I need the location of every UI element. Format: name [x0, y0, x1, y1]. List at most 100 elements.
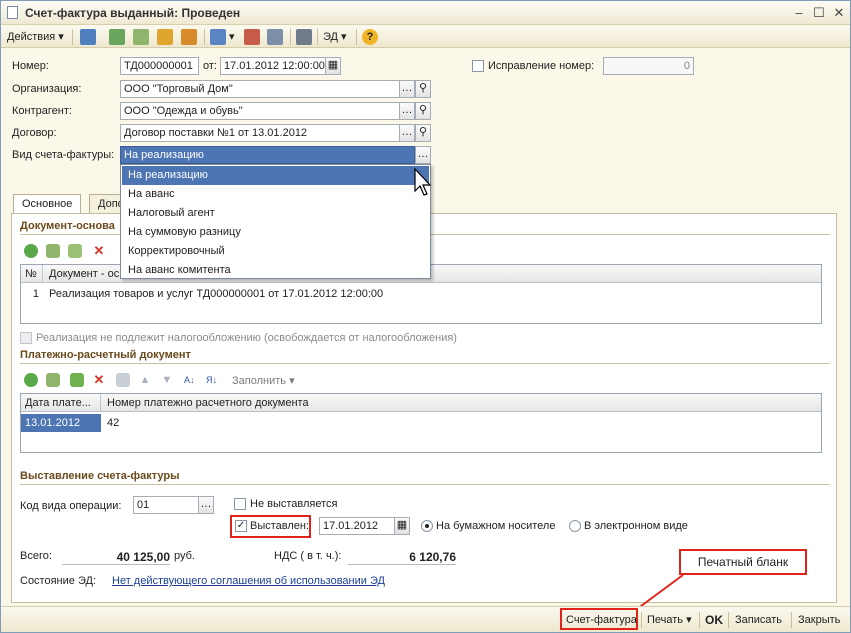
- ed-menu[interactable]: ЭД ▾: [323, 28, 347, 46]
- minimize-icon[interactable]: –: [791, 5, 807, 21]
- ed-state-label: Состояние ЭД:: [20, 575, 96, 587]
- search-icon[interactable]: ⚲: [415, 80, 431, 98]
- save-button[interactable]: Записать: [735, 611, 782, 629]
- op-code-field[interactable]: 01: [133, 496, 199, 514]
- paper-radio[interactable]: [421, 520, 433, 532]
- dropdown-option[interactable]: На аванс: [122, 185, 429, 204]
- org-field[interactable]: ООО "Торговый Дом": [120, 80, 400, 98]
- actions-menu[interactable]: Действия ▾: [7, 28, 64, 46]
- dropdown-option[interactable]: На реализацию: [122, 166, 429, 185]
- invoice-window: Счет-фактура выданный: Проведен – ☐ ✕ Де…: [0, 0, 851, 633]
- copy-icon[interactable]: [133, 29, 149, 45]
- close-button[interactable]: Закрыть: [798, 611, 840, 629]
- correction-number-field[interactable]: 0: [603, 57, 694, 75]
- select-icon[interactable]: …: [399, 124, 415, 142]
- print-form-callout: Печатный бланк: [679, 549, 807, 575]
- toolbar-separator: [72, 29, 73, 45]
- print-menu-button[interactable]: Печать ▾: [647, 611, 692, 629]
- edit-icon[interactable]: [68, 244, 82, 258]
- currency-label: руб.: [174, 550, 195, 562]
- payment-grid: Дата плате... Номер платежно расчетного …: [20, 393, 822, 453]
- date-field[interactable]: 17.01.2012 12:00:00: [220, 57, 326, 75]
- report-icon[interactable]: [267, 29, 283, 45]
- post-and-close-icon[interactable]: [80, 29, 96, 45]
- delete-icon[interactable]: ✕: [92, 373, 106, 387]
- dropdown-option[interactable]: Налоговый агент: [122, 204, 429, 223]
- grid-header: Дата плате... Номер платежно расчетного …: [21, 394, 821, 412]
- electronic-label: В электронном виде: [584, 520, 688, 532]
- contract-field[interactable]: Договор поставки №1 от 13.01.2012: [120, 124, 400, 142]
- toolbar-separator: [728, 612, 729, 628]
- edit-icon[interactable]: [70, 373, 84, 387]
- fill-menu[interactable]: Заполнить ▾: [232, 374, 295, 387]
- select-icon[interactable]: …: [399, 102, 415, 120]
- paper-label: На бумажном носителе: [436, 520, 556, 532]
- toolbar-separator: [290, 29, 291, 45]
- dropdown-option[interactable]: На суммовую разницу: [122, 223, 429, 242]
- table-row-number[interactable]: 42: [103, 414, 403, 432]
- ok-button[interactable]: OK: [705, 611, 723, 629]
- list-icon[interactable]: [296, 29, 312, 45]
- invoice-type-field[interactable]: На реализацию: [120, 146, 415, 164]
- select-icon[interactable]: …: [415, 146, 431, 164]
- electronic-radio[interactable]: [569, 520, 581, 532]
- calendar-icon[interactable]: ▦: [325, 57, 341, 75]
- basis-section-title: Документ-основа: [20, 220, 115, 232]
- from-label: от:: [203, 60, 217, 72]
- counterparty-field[interactable]: ООО "Одежда и обувь": [120, 102, 400, 120]
- table-row[interactable]: Реализация товаров и услуг ТД000000001 о…: [45, 285, 805, 303]
- select-icon[interactable]: …: [399, 80, 415, 98]
- go-to-dropdown-icon[interactable]: ▾: [229, 28, 235, 46]
- dropdown-option[interactable]: Корректировочный: [122, 242, 429, 261]
- not-issued-checkbox[interactable]: [234, 498, 246, 510]
- post-icon[interactable]: [181, 29, 197, 45]
- structure-icon[interactable]: [157, 29, 173, 45]
- column-header-num[interactable]: №: [21, 265, 43, 283]
- sort-desc-icon[interactable]: Я↓: [206, 373, 220, 387]
- window-title: Счет-фактура выданный: Проведен: [25, 6, 241, 20]
- delete-icon[interactable]: ✕: [92, 244, 106, 258]
- number-label: Номер:: [12, 60, 49, 72]
- ed-state-link[interactable]: Нет действующего соглашения об использов…: [112, 575, 385, 587]
- issued-date-field[interactable]: 17.01.2012: [319, 517, 395, 535]
- add-icon[interactable]: [24, 244, 38, 258]
- refresh-icon[interactable]: [109, 29, 125, 45]
- add-icon[interactable]: [24, 373, 38, 387]
- search-icon[interactable]: ⚲: [415, 102, 431, 120]
- select-icon[interactable]: …: [198, 496, 214, 514]
- vat-value: 6 120,76: [348, 550, 456, 565]
- tab-main[interactable]: Основное: [13, 194, 82, 215]
- number-field[interactable]: ТД000000001: [120, 57, 199, 75]
- search-icon[interactable]: ⚲: [415, 124, 431, 142]
- move-down-icon[interactable]: ▼: [160, 373, 174, 387]
- copy-row-icon[interactable]: [46, 373, 60, 387]
- payment-section-title: Платежно-расчетный документ: [20, 349, 191, 361]
- go-to-icon[interactable]: [210, 29, 226, 45]
- table-row-date[interactable]: 13.01.2012: [21, 414, 101, 432]
- dt-kt-icon[interactable]: [244, 29, 260, 45]
- bottom-bar: Счет-фактура Печать ▾ OK Записать Закрыт…: [1, 606, 850, 632]
- ed-label: ЭД: [323, 31, 338, 43]
- invoice-print-button[interactable]: Счет-фактура: [566, 611, 637, 629]
- nontax-checkbox[interactable]: [20, 332, 32, 344]
- row-number: 1: [32, 288, 39, 300]
- calendar-icon[interactable]: ▦: [394, 517, 410, 535]
- column-header-date[interactable]: Дата плате...: [21, 394, 101, 412]
- nontax-label: Реализация не подлежит налогообложению (…: [36, 332, 457, 344]
- column-header-number[interactable]: Номер платежно расчетного документа: [103, 394, 503, 412]
- contract-label: Договор:: [12, 127, 57, 139]
- maximize-icon[interactable]: ☐: [811, 5, 827, 21]
- vat-label: НДС ( в т. ч.):: [274, 550, 342, 562]
- issued-checkbox[interactable]: ✓: [235, 520, 247, 532]
- dropdown-option[interactable]: На аванс комитента: [122, 261, 429, 280]
- move-up-icon[interactable]: ▲: [138, 373, 152, 387]
- sort-asc-icon[interactable]: A↓: [184, 373, 198, 387]
- correction-checkbox[interactable]: [472, 60, 484, 72]
- copy-row-icon[interactable]: [46, 244, 60, 258]
- close-icon[interactable]: ✕: [831, 5, 847, 21]
- invoice-type-label: Вид счета-фактуры:: [12, 149, 115, 161]
- help-icon[interactable]: ?: [362, 29, 378, 45]
- save-row-icon[interactable]: [116, 373, 130, 387]
- issue-section-title: Выставление счета-фактуры: [20, 470, 180, 482]
- print-label: Печать: [647, 614, 684, 626]
